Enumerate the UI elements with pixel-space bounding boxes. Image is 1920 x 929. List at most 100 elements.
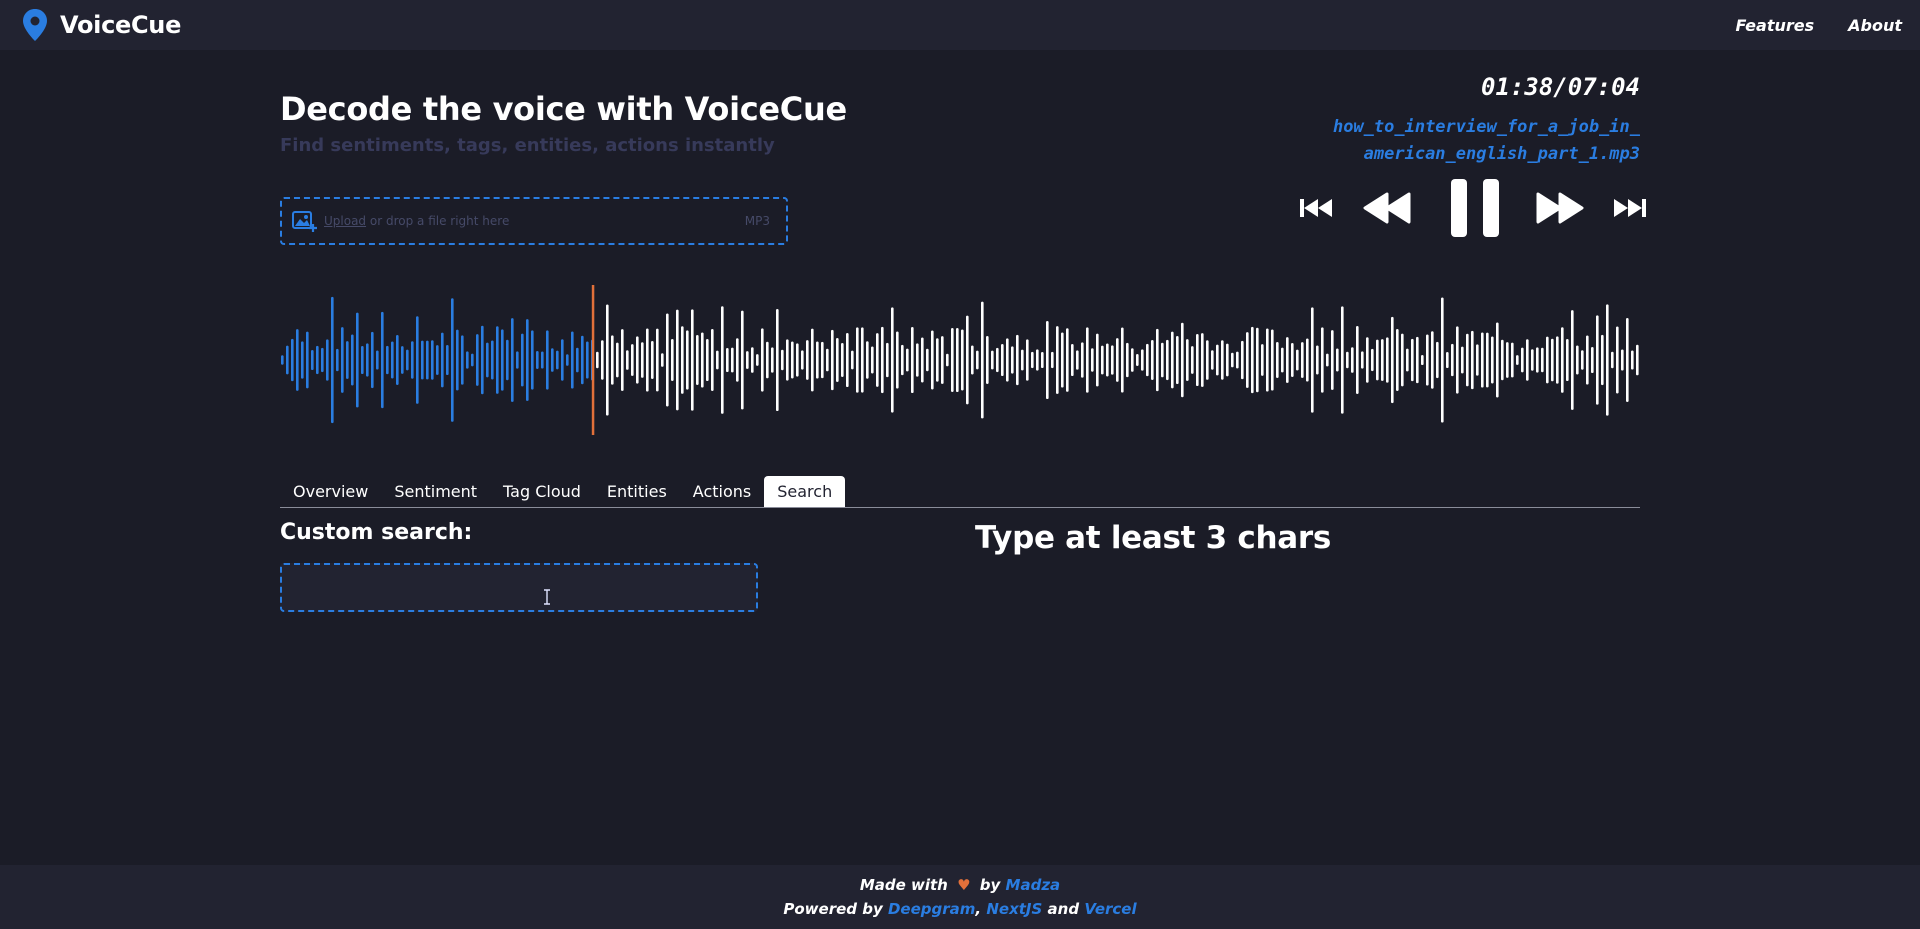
playback-time: 01:38/07:04 [1481, 73, 1640, 101]
waveform-bar [611, 335, 614, 385]
tab-tag-cloud[interactable]: Tag Cloud [490, 476, 594, 507]
waveform-bar [1511, 342, 1514, 378]
tab-sentiment[interactable]: Sentiment [381, 476, 490, 507]
waveform-bar [821, 341, 824, 379]
audio-waveform[interactable] [280, 285, 1640, 435]
fast-forward-button[interactable] [1536, 192, 1584, 224]
waveform-bar [1571, 310, 1574, 410]
tab-search[interactable]: Search [764, 476, 846, 507]
waveform-bar [1631, 350, 1634, 370]
waveform-bar [1546, 336, 1549, 384]
waveform-bar [576, 347, 579, 373]
waveform-bar [1611, 351, 1614, 369]
waveform-bar [1036, 349, 1039, 371]
waveform-bar [971, 345, 974, 375]
waveform-bar [481, 325, 484, 395]
waveform-bar [1091, 348, 1094, 372]
waveform-bar [496, 326, 499, 394]
waveform-bar [1246, 332, 1249, 388]
waveform-bar [976, 350, 979, 370]
footer-made-with: Made with [859, 876, 948, 894]
waveform-bar [851, 350, 854, 370]
waveform-bar [1176, 336, 1179, 384]
waveform-bar [1321, 327, 1324, 393]
nextjs-link[interactable]: NextJS [986, 900, 1042, 918]
waveform-bar [1216, 344, 1219, 376]
search-input[interactable] [280, 563, 758, 612]
waveform-bar [396, 335, 399, 385]
waveform-bar [1101, 345, 1104, 375]
skip-to-end-button[interactable] [1614, 198, 1646, 218]
waveform-bar [316, 345, 319, 375]
waveform-bar [381, 311, 384, 409]
search-result-message: Type at least 3 chars [975, 520, 1332, 556]
waveform-bar [1501, 339, 1504, 381]
waveform-bar [1346, 351, 1349, 369]
skip-to-start-button[interactable] [1300, 198, 1332, 218]
brand-logo[interactable]: VoiceCue [22, 9, 181, 41]
text-cursor-icon [544, 589, 550, 605]
waveform-bar [556, 350, 559, 370]
vercel-link[interactable]: Vercel [1084, 900, 1136, 918]
waveform-bar [356, 312, 359, 408]
waveform-bar [1401, 333, 1404, 387]
nav-features-link[interactable]: Features [1735, 16, 1814, 35]
waveform-bar [1396, 329, 1399, 391]
waveform-bar [1001, 343, 1004, 377]
playhead[interactable] [591, 285, 595, 435]
waveform-bar [1141, 349, 1144, 371]
track-filename: how_to_interview_for_a_job_in_ american_… [1260, 114, 1640, 168]
rewind-button[interactable] [1363, 192, 1411, 224]
waveform-bar [731, 347, 734, 373]
waveform-bar [426, 340, 429, 380]
waveform-bar [751, 347, 754, 373]
file-upload-dropzone[interactable]: Upload or drop a file right here MP3 [280, 197, 788, 245]
waveform-bar [421, 340, 424, 380]
waveform-bar [1406, 348, 1409, 372]
waveform-bar [551, 348, 554, 372]
tab-entities[interactable]: Entities [594, 476, 680, 507]
waveform-bar [1266, 328, 1269, 392]
track-filename-line1: how_to_interview_for_a_job_in_ [1332, 117, 1640, 137]
waveform-bar [701, 332, 704, 388]
waveform-bar [691, 309, 694, 411]
waveform-bar [941, 336, 944, 384]
waveform-bar [1326, 353, 1329, 367]
author-link[interactable]: Madza [1006, 876, 1061, 894]
tab-overview[interactable]: Overview [280, 476, 381, 507]
footer-line-2: Powered by Deepgram, NextJS and Vercel [0, 897, 1920, 921]
upload-link[interactable]: Upload [324, 214, 366, 228]
waveform-bar [1576, 345, 1579, 375]
waveform-bar [946, 353, 949, 367]
waveform-bar [1411, 338, 1414, 382]
upload-hint: or drop a file right here [369, 214, 510, 228]
waveform-bar [986, 336, 989, 384]
waveform-bar [1531, 349, 1534, 371]
tab-actions[interactable]: Actions [680, 476, 764, 507]
waveform-bar [1416, 336, 1419, 384]
waveform-bar [1591, 346, 1594, 374]
waveform-bar [1041, 351, 1044, 369]
waveform-bar [956, 327, 959, 393]
waveform-bar [306, 331, 309, 389]
waveform-bar [1156, 328, 1159, 392]
waveform-bar [436, 345, 439, 375]
waveform-bar [1271, 329, 1274, 391]
heart-icon: ♥ [957, 876, 971, 894]
deepgram-link[interactable]: Deepgram [888, 900, 975, 918]
waveform-bar [301, 341, 304, 379]
waveform-bar [1096, 333, 1099, 387]
nav-about-link[interactable]: About [1848, 16, 1902, 35]
waveform-bar [376, 350, 379, 370]
waveform-bar [1361, 351, 1364, 369]
waveform-bar [296, 329, 299, 391]
pause-icon [1451, 179, 1499, 237]
waveform-bar [1376, 339, 1379, 381]
waveform-bar [581, 335, 584, 385]
waveform-bar [491, 340, 494, 380]
waveform-bar [906, 348, 909, 372]
waveform-bar [716, 350, 719, 370]
waveform-bar [1046, 320, 1049, 400]
pause-button[interactable] [1450, 178, 1500, 238]
waveform-bar [1151, 340, 1154, 380]
